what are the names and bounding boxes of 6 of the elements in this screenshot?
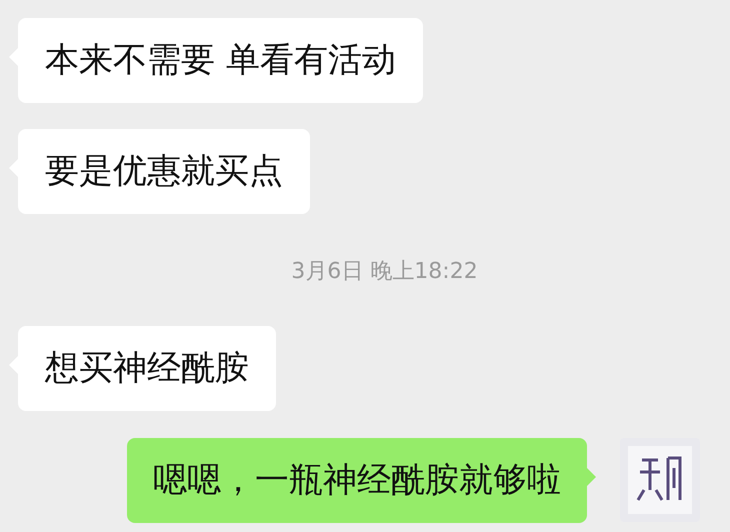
bubble-tail: [587, 468, 596, 486]
message-bubble: 嗯嗯，一瓶神经酰胺就够啦: [127, 438, 587, 523]
timestamp: 3月6日 晚上18:22: [291, 258, 478, 286]
message-bubble: 要是优惠就买点: [18, 129, 310, 214]
message-bubble: 想买神经酰胺: [18, 326, 276, 411]
message-bubble: 本来不需要 单看有活动: [18, 18, 423, 103]
